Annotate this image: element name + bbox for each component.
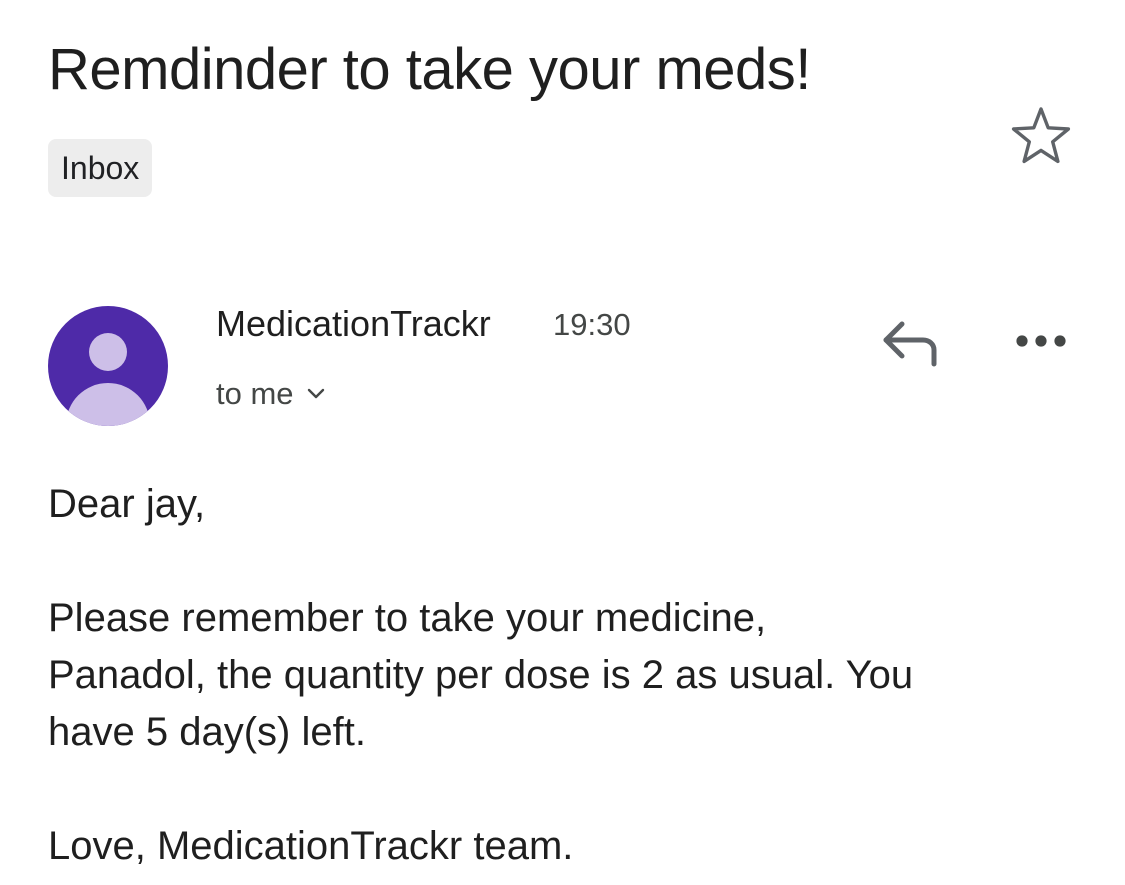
sender-avatar[interactable]	[48, 306, 168, 426]
more-options-icon[interactable]	[1012, 324, 1070, 358]
body-line-2: Panadol, the quantity per dose is 2 as u…	[48, 653, 914, 697]
recipient-details-toggle[interactable]: to me	[216, 374, 328, 414]
reply-icon[interactable]	[878, 316, 942, 370]
body-line-3: have 5 day(s) left.	[48, 710, 366, 754]
recipient-label: to me	[216, 376, 294, 411]
star-icon[interactable]	[1008, 104, 1074, 170]
email-subject: Remdinder to take your meds!	[48, 37, 811, 102]
chevron-down-icon	[307, 388, 324, 399]
body-greeting: Dear jay,	[48, 482, 206, 526]
sender-name: MedicationTrackr	[216, 303, 491, 344]
body-signoff: Love, MedicationTrackr team.	[48, 824, 574, 868]
avatar-body-shape	[66, 383, 150, 426]
inbox-label-chip[interactable]: Inbox	[48, 139, 153, 197]
avatar-head-shape	[89, 333, 127, 371]
body-line-1: Please remember to take your medicine,	[48, 596, 767, 640]
email-timestamp: 19:30	[553, 307, 631, 342]
